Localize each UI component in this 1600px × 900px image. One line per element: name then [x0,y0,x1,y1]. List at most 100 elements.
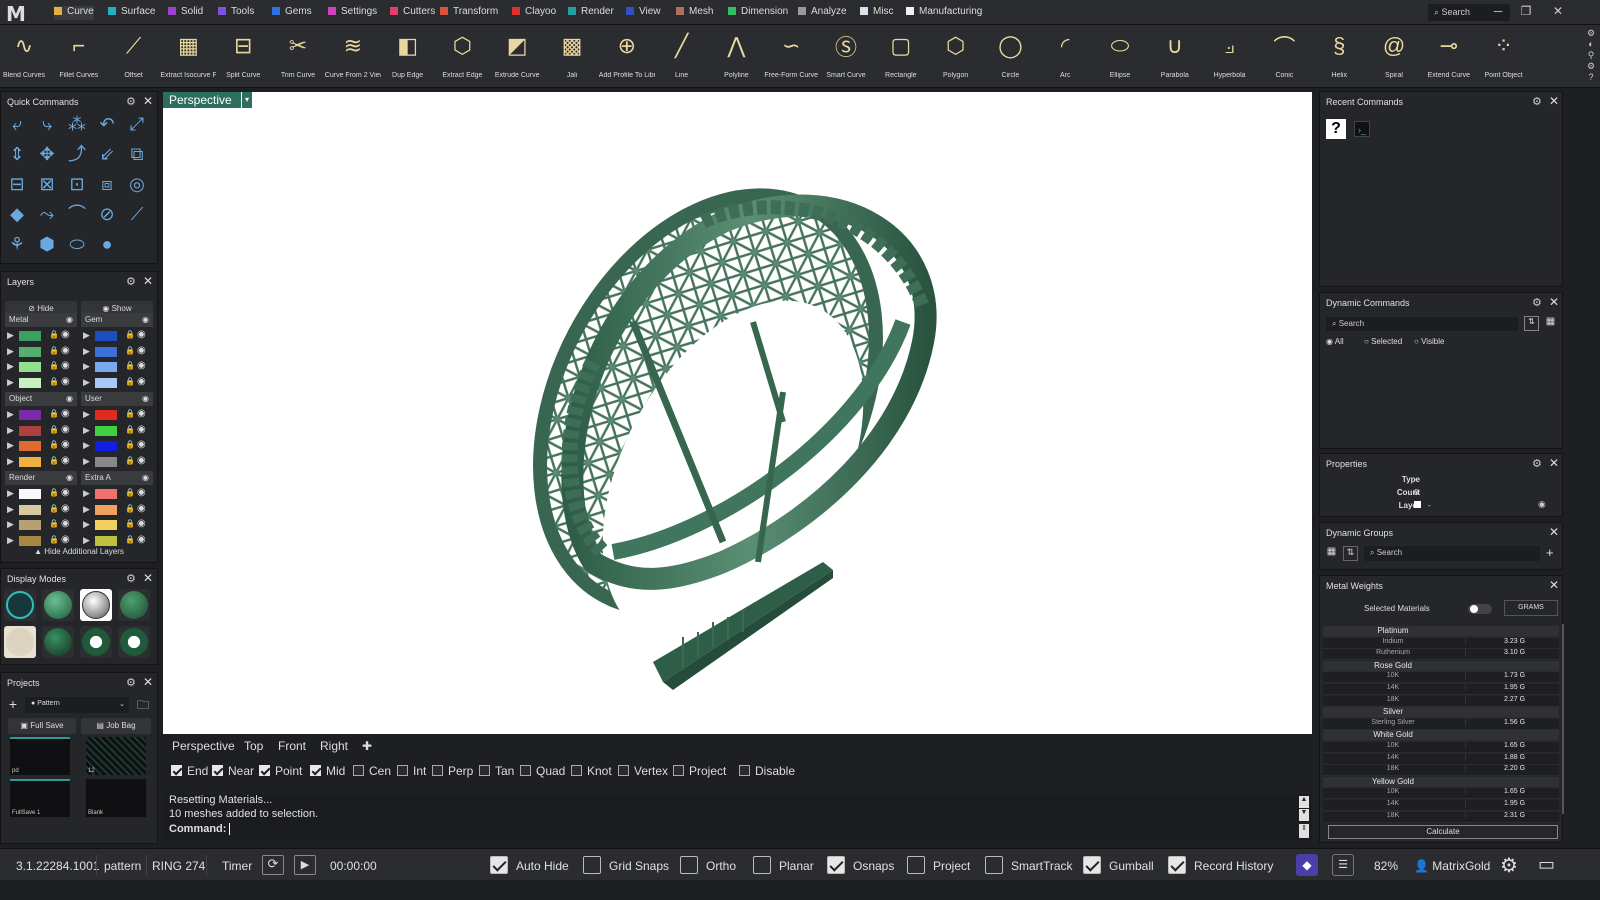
zoom-level[interactable]: 82% [1374,859,1398,873]
tool-offset[interactable]: ⟋ Offset [106,30,162,86]
align-icon[interactable]: ⤴ [65,142,89,166]
tool-arc[interactable]: ◜ Arc [1037,30,1093,86]
gear-icon[interactable]: ⚙ [126,95,136,108]
layer-color-swatch[interactable] [95,377,117,388]
expand-icon[interactable]: ▶ [83,377,90,388]
checkbox[interactable] [739,765,750,776]
menu-tab-analyze[interactable]: Analyze [798,6,847,20]
lock-icon[interactable]: 🔒 [49,504,59,513]
layer-color-swatch[interactable] [95,520,117,530]
expand-icon[interactable]: ▶ [7,330,14,341]
menu-tab-surface[interactable]: Surface [108,6,155,20]
eye-icon[interactable]: ◉ [137,455,146,466]
expand-icon[interactable]: ▶ [83,440,90,451]
tool-jali[interactable]: ▩ Jali [544,30,600,86]
play-timer-icon[interactable]: ▶ [294,855,316,875]
add-project-button[interactable]: + [5,697,21,713]
eye-icon[interactable]: ◉ [137,424,146,435]
layer-color-swatch[interactable] [19,362,41,372]
move-icon[interactable]: ✥ [35,142,59,166]
menu-tab-misc[interactable]: Misc [860,6,894,20]
eye-icon[interactable]: ◉ [61,408,70,419]
project-thumbnail[interactable]: 12 [86,737,146,775]
close-icon[interactable]: ✕ [143,94,153,108]
expand-icon[interactable]: ▶ [83,409,90,420]
checkbox[interactable] [259,765,270,776]
pave-icon[interactable]: ⚘ [5,232,29,256]
checkbox[interactable] [397,765,408,776]
lock-icon[interactable]: 🔒 [49,488,59,497]
scroll-down-icon[interactable]: ▼ [1299,809,1309,821]
tool-spiral[interactable]: @ Spiral [1366,30,1422,86]
metal-row[interactable]: 18K 2.31 G [1323,811,1559,823]
lock-icon[interactable]: 🔒 [125,488,135,497]
close-icon[interactable]: ✕ [1549,578,1559,592]
status-toggle-auto-hide[interactable]: Auto Hide [490,856,569,874]
close-icon[interactable]: ✕ [143,675,153,689]
expand-icon[interactable]: ▶ [7,535,14,546]
layer-group-render[interactable]: Render ◉ [5,471,77,485]
menu-tab-cutters[interactable]: Cutters [390,6,435,20]
calendar-icon[interactable]: ▦ [1543,316,1558,331]
gear-icon[interactable]: ⚙ [1532,95,1542,108]
flow-icon[interactable]: ⇙ [95,142,119,166]
layer-color-swatch[interactable] [19,377,41,388]
lock-icon[interactable]: 🔒 [125,425,135,434]
display-mode-artistic[interactable] [4,626,36,658]
display-mode-shaded[interactable] [42,589,74,621]
checkbox[interactable] [753,856,771,874]
eye-icon[interactable]: ◉ [61,360,70,371]
checkbox[interactable] [673,765,684,776]
expand-icon[interactable]: ▶ [83,488,90,499]
close-icon[interactable]: ✕ [1549,295,1559,309]
metal-row[interactable]: 18K 2.20 G [1323,765,1559,777]
layer-color-swatch[interactable] [19,504,41,515]
osnap-tan[interactable]: Tan [479,764,514,778]
close-icon[interactable]: ✕ [143,274,153,288]
lock-icon[interactable]: 🔒 [49,330,59,339]
eye-icon[interactable]: ◉ [61,503,70,514]
tool-point[interactable]: ⁘ Point Object [1476,30,1532,86]
lock-icon[interactable]: 🔒 [49,535,59,544]
gear-icon[interactable]: ⚙ [126,275,136,288]
tool-extend[interactable]: ⊸ Extend Curve [1421,30,1477,86]
sort-icon[interactable]: ⇅ [1343,546,1358,561]
scale-icon[interactable]: ⤢ [125,112,149,136]
gear-icon[interactable]: ⚙ [1532,457,1542,470]
metal-row[interactable]: Sterling Silver 1.56 G [1323,718,1559,730]
expand-icon[interactable]: ▶ [7,346,14,357]
layer-row[interactable]: ▶ 🔒 ◉ [81,329,153,343]
layer-color-swatch[interactable] [19,456,41,467]
osnap-quad[interactable]: Quad [520,764,565,778]
eye-icon[interactable]: ◉ [137,439,146,450]
metal-row[interactable]: 10K 1.65 G [1323,742,1559,753]
eye-icon[interactable]: ◉ [61,518,70,529]
layer-row[interactable]: ▶ 🔒 ◉ [81,534,153,548]
layer-row[interactable]: ▶ 🔒 ◉ [81,455,153,469]
osnap-mid[interactable]: Mid [310,764,345,778]
tool-extrude[interactable]: ◩ Extrude Curve [489,30,545,86]
tool-rectangle[interactable]: ▢ Rectangle [873,30,929,86]
help-icon[interactable]: ? [1326,119,1346,139]
add-view-tab-button[interactable]: ✚ [362,739,372,753]
layer-row[interactable]: ▶ 🔒 ◉ [81,487,153,501]
checkbox[interactable] [212,765,223,776]
hide-additional-layers-link[interactable]: ▲ Hide Additional Layers [0,547,158,556]
display-mode-technical[interactable] [80,589,112,621]
layer-color-swatch[interactable] [95,441,117,451]
osnap-perp[interactable]: Perp [432,764,473,778]
terminal-icon[interactable]: ›_ [1354,121,1370,137]
checkbox[interactable] [310,765,321,776]
minimize-button[interactable]: ─ [1488,4,1508,18]
expand-icon[interactable]: ▶ [83,346,90,357]
layer-row[interactable]: ▶ 🔒 ◉ [81,518,153,532]
gem-icon[interactable]: ◆ [5,202,29,226]
display-mode-rendered[interactable] [118,589,150,621]
menu-tab-mesh[interactable]: Mesh [676,6,713,20]
status-toggle-osnaps[interactable]: Osnaps [827,856,894,874]
gear-icon[interactable]: ⚙ [126,676,136,689]
layer-color-swatch[interactable] [95,410,117,420]
tool-isocurve[interactable]: ▦ Extract Isocurve From... [160,30,216,86]
eye-icon[interactable]: ◉ [1538,499,1546,510]
filter-radio-selected[interactable]: ○ Selected [1364,337,1402,346]
